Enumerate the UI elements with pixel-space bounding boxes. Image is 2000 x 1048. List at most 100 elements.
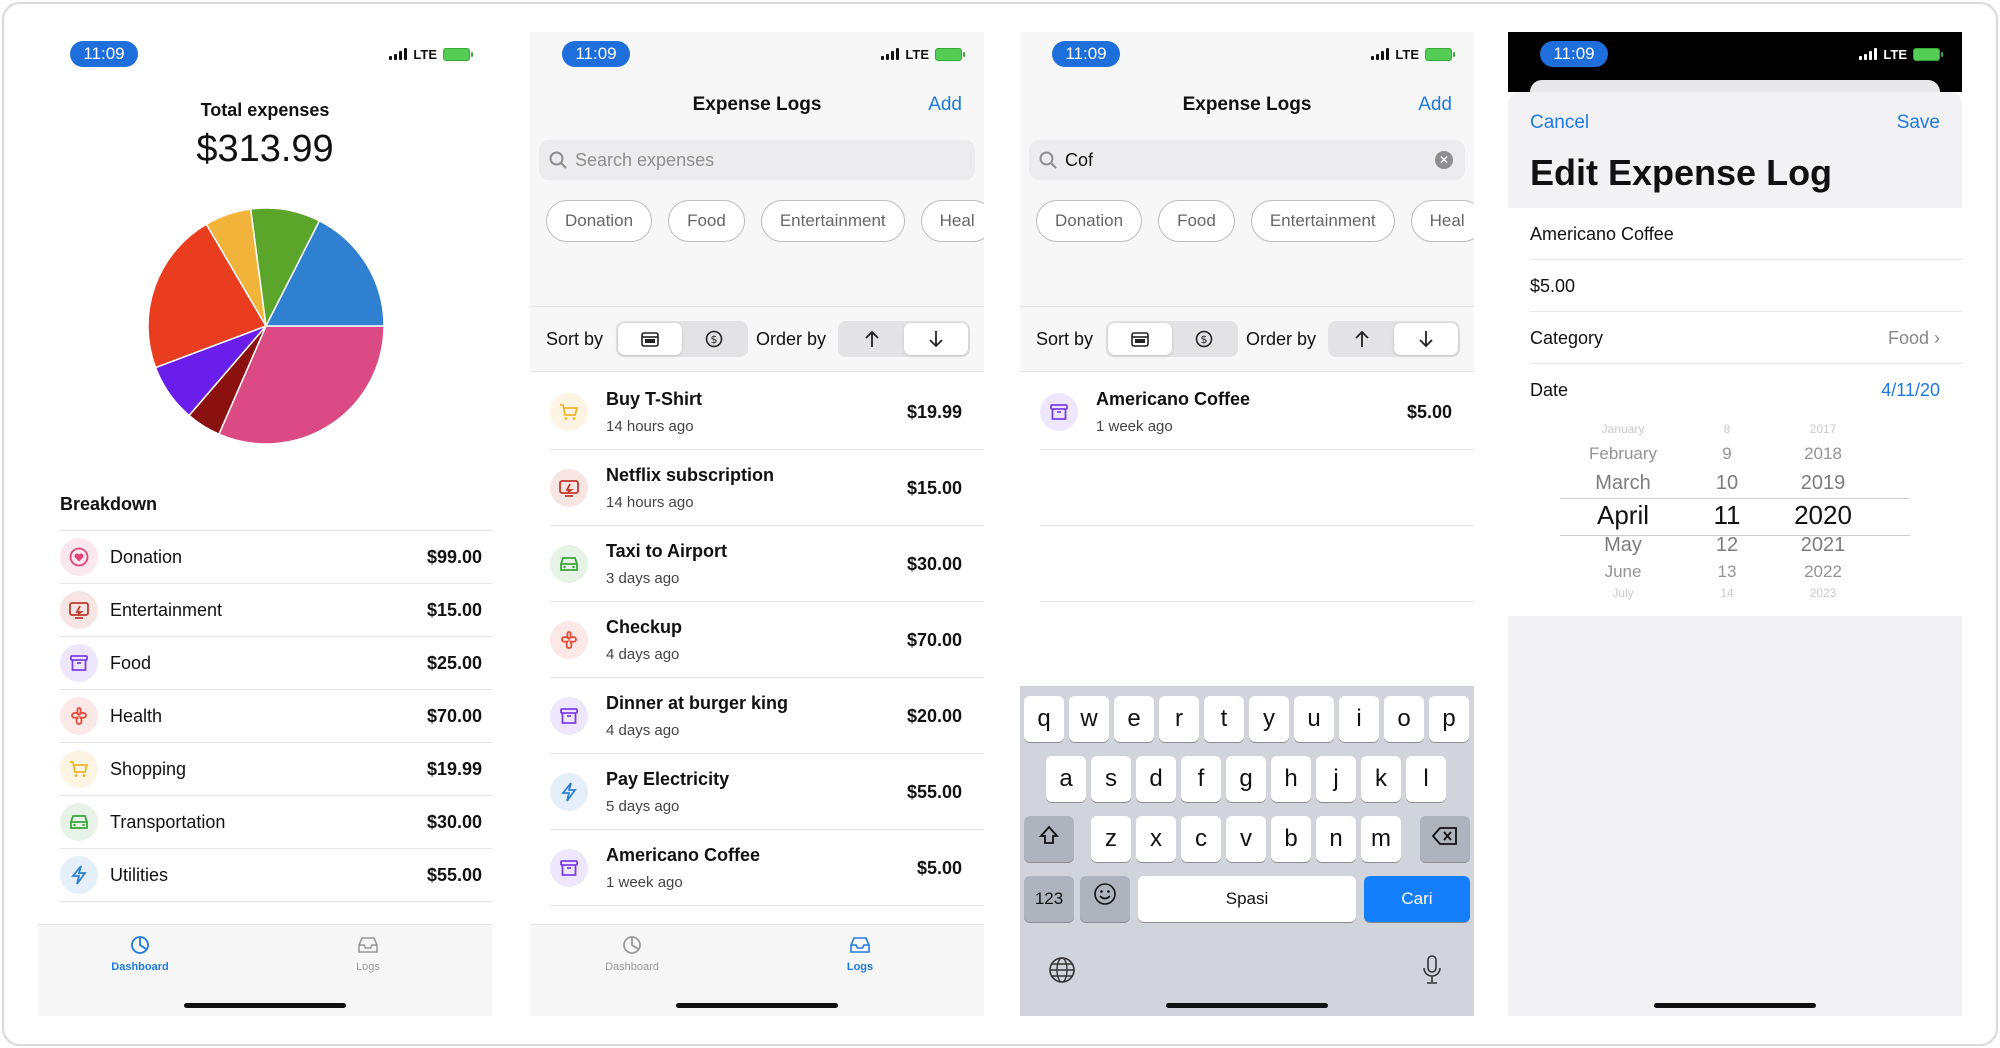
picker-item[interactable]: 2019 <box>1768 472 1878 495</box>
log-row[interactable]: Checkup 4 days ago $70.00 <box>550 602 984 678</box>
picker-item[interactable]: 9 <box>1672 444 1782 464</box>
breakdown-row-entertainment[interactable]: Entertainment $15.00 <box>60 583 492 636</box>
category-row[interactable]: Category Food › <box>1530 312 1962 364</box>
category-chip[interactable]: Entertainment <box>760 200 905 242</box>
backspace-key[interactable] <box>1420 816 1470 862</box>
picker-item[interactable]: 8 <box>1672 422 1782 436</box>
name-field[interactable]: Americano Coffee <box>1530 208 1962 260</box>
log-row[interactable]: Dinner at burger king 4 days ago $20.00 <box>550 678 984 754</box>
order-ascending-button[interactable] <box>1330 323 1394 355</box>
microphone-icon[interactable] <box>1420 954 1444 991</box>
key-y[interactable]: y <box>1249 696 1289 742</box>
category-chip[interactable]: Heal <box>1410 200 1474 242</box>
order-descending-button[interactable] <box>1394 323 1458 355</box>
key-u[interactable]: u <box>1294 696 1334 742</box>
key-o[interactable]: o <box>1384 696 1424 742</box>
tab-logs[interactable]: Logs <box>800 935 920 973</box>
search-input[interactable]: Search expenses <box>539 140 975 180</box>
picker-item[interactable]: 12 <box>1672 534 1782 557</box>
breakdown-row-transportation[interactable]: Transportation $30.00 <box>60 795 492 848</box>
key-h[interactable]: h <box>1271 756 1311 802</box>
search-key[interactable]: Cari <box>1364 876 1470 922</box>
sort-by-amount-button[interactable]: $ <box>1172 323 1236 355</box>
picker-item[interactable]: 2023 <box>1768 586 1878 600</box>
key-f[interactable]: f <box>1181 756 1221 802</box>
picker-item[interactable]: June <box>1568 562 1678 582</box>
key-r[interactable]: r <box>1159 696 1199 742</box>
key-s[interactable]: s <box>1091 756 1131 802</box>
sort-by-date-button[interactable] <box>618 323 682 355</box>
category-chip[interactable]: Donation <box>546 200 653 242</box>
key-k[interactable]: k <box>1361 756 1401 802</box>
category-chip[interactable]: Food <box>668 200 745 242</box>
picker-item[interactable]: 13 <box>1672 562 1782 582</box>
picker-item[interactable]: March <box>1568 472 1678 495</box>
tab-dashboard[interactable]: Dashboard <box>572 935 692 973</box>
space-key[interactable]: Spasi <box>1138 876 1356 922</box>
key-c[interactable]: c <box>1181 816 1221 862</box>
sort-by-amount-button[interactable]: $ <box>682 323 746 355</box>
picker-item[interactable]: 2018 <box>1768 444 1878 464</box>
key-p[interactable]: p <box>1429 696 1469 742</box>
key-x[interactable]: x <box>1136 816 1176 862</box>
key-a[interactable]: a <box>1046 756 1086 802</box>
category-chip[interactable]: Food <box>1158 200 1235 242</box>
key-d[interactable]: d <box>1136 756 1176 802</box>
key-t[interactable]: t <box>1204 696 1244 742</box>
key-m[interactable]: m <box>1361 816 1401 862</box>
log-row[interactable]: Taxi to Airport 3 days ago $30.00 <box>550 526 984 602</box>
picker-item[interactable]: 2017 <box>1768 422 1878 436</box>
add-button[interactable]: Add <box>1418 94 1452 116</box>
picker-item[interactable]: 2022 <box>1768 562 1878 582</box>
category-chip[interactable]: Heal <box>920 200 984 242</box>
date-row[interactable]: Date 4/11/20 <box>1530 364 1962 416</box>
log-row[interactable]: Americano Coffee 1 week ago $5.00 <box>1040 374 1474 450</box>
globe-icon[interactable] <box>1048 956 1076 989</box>
tab-logs[interactable]: Logs <box>308 935 428 973</box>
log-row[interactable]: Americano Coffee 1 week ago $5.00 <box>550 830 984 906</box>
search-input[interactable]: Cof ✕ <box>1029 140 1465 180</box>
breakdown-row-donation[interactable]: Donation $99.00 <box>60 530 492 583</box>
picker-item[interactable]: 14 <box>1672 586 1782 600</box>
key-n[interactable]: n <box>1316 816 1356 862</box>
order-ascending-button[interactable] <box>840 323 904 355</box>
picker-item[interactable]: January <box>1568 422 1678 436</box>
picker-item[interactable]: February <box>1568 444 1678 464</box>
breakdown-row-shopping[interactable]: Shopping $19.99 <box>60 742 492 795</box>
sort-by-date-button[interactable] <box>1108 323 1172 355</box>
picker-item[interactable]: 11 <box>1672 500 1782 531</box>
category-chip[interactable]: Donation <box>1036 200 1143 242</box>
emoji-key[interactable] <box>1080 876 1130 922</box>
picker-item[interactable]: April <box>1568 500 1678 531</box>
picker-item[interactable]: 10 <box>1672 472 1782 495</box>
key-l[interactable]: l <box>1406 756 1446 802</box>
add-button[interactable]: Add <box>928 94 962 116</box>
breakdown-row-utilities[interactable]: Utilities $55.00 <box>60 848 492 901</box>
breakdown-row-food[interactable]: Food $25.00 <box>60 636 492 689</box>
picker-item[interactable]: 2020 <box>1768 500 1878 531</box>
key-j[interactable]: j <box>1316 756 1356 802</box>
picker-item[interactable]: July <box>1568 586 1678 600</box>
key-v[interactable]: v <box>1226 816 1266 862</box>
order-descending-button[interactable] <box>904 323 968 355</box>
date-picker[interactable]: January February March April May June July 8 9 1… <box>1508 416 1962 616</box>
shift-key[interactable] <box>1024 816 1074 862</box>
key-g[interactable]: g <box>1226 756 1266 802</box>
key-e[interactable]: e <box>1114 696 1154 742</box>
picker-item[interactable]: May <box>1568 534 1678 557</box>
key-i[interactable]: i <box>1339 696 1379 742</box>
numbers-key[interactable]: 123 <box>1024 876 1074 922</box>
picker-item[interactable]: 2021 <box>1768 534 1878 557</box>
save-button[interactable]: Save <box>1897 112 1940 134</box>
breakdown-row-health[interactable]: Health $70.00 <box>60 689 492 742</box>
cancel-button[interactable]: Cancel <box>1530 112 1589 134</box>
key-b[interactable]: b <box>1271 816 1311 862</box>
amount-field[interactable]: $5.00 <box>1530 260 1962 312</box>
key-q[interactable]: q <box>1024 696 1064 742</box>
category-chip[interactable]: Entertainment <box>1250 200 1395 242</box>
log-row[interactable]: Buy T-Shirt 14 hours ago $19.99 <box>550 374 984 450</box>
tab-dashboard[interactable]: Dashboard <box>80 935 200 973</box>
key-z[interactable]: z <box>1091 816 1131 862</box>
key-w[interactable]: w <box>1069 696 1109 742</box>
log-row[interactable]: Netflix subscription 14 hours ago $15.00 <box>550 450 984 526</box>
